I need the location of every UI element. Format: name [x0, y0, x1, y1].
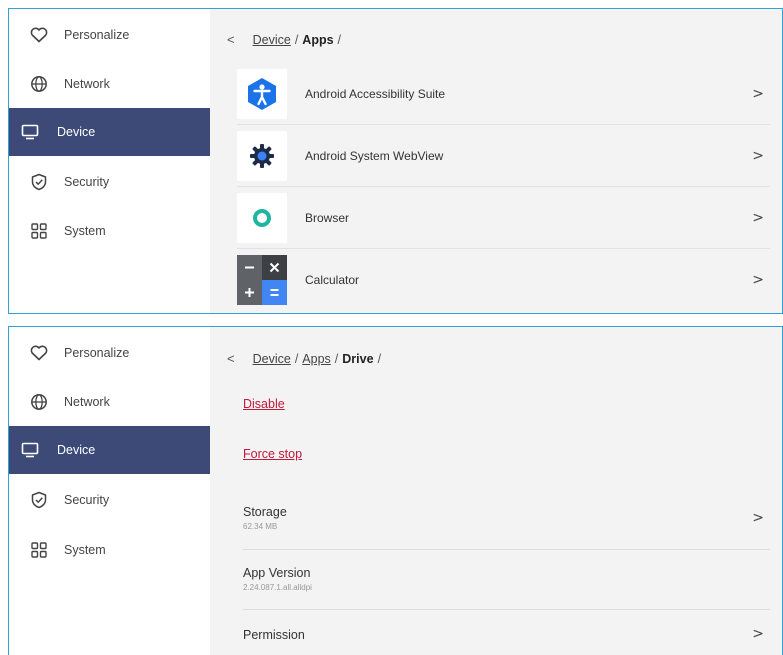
breadcrumb-separator: / [294, 32, 299, 47]
permission-title: Permission [243, 628, 305, 642]
storage-row[interactable]: Storage 62.34 MB > [243, 490, 770, 550]
globe-icon [28, 391, 50, 413]
sidebar: Personalize Network Device Security Syst… [9, 327, 210, 655]
monitor-icon [19, 439, 41, 461]
accessibility-icon [237, 68, 287, 119]
list-item[interactable]: Browser > [237, 187, 770, 249]
apps-list-screen: Personalize Network Device Security Syst… [8, 8, 783, 314]
permission-row[interactable]: Permission > [243, 610, 770, 655]
breadcrumb: < Device / Apps / [227, 32, 345, 47]
list-item[interactable]: Android Accessibility Suite > [237, 63, 770, 125]
storage-title: Storage [243, 505, 287, 519]
sidebar-item-label: Device [57, 443, 96, 457]
heart-icon [28, 24, 50, 46]
breadcrumb-separator: / [377, 351, 382, 366]
sidebar-item-label: System [64, 224, 106, 238]
chevron-right-icon: > [752, 209, 764, 226]
breadcrumb-current: Drive [342, 351, 374, 366]
storage-value: 62.34 MB [243, 522, 278, 531]
sidebar-item-network[interactable]: Network [9, 60, 210, 108]
gear-icon [237, 130, 287, 181]
app-detail-screen: Personalize Network Device Security Syst… [8, 326, 783, 655]
sidebar-item-security[interactable]: Security [9, 158, 210, 206]
sidebar-item-personalize[interactable]: Personalize [9, 11, 210, 59]
list-item[interactable]: Android System WebView > [237, 125, 770, 187]
sidebar-item-network[interactable]: Network [9, 378, 210, 426]
heart-icon [28, 342, 50, 364]
sidebar-item-device[interactable]: Device [9, 426, 210, 474]
browser-ring-icon [237, 192, 287, 243]
grid-icon [28, 539, 50, 561]
sidebar-item-label: Network [64, 77, 110, 91]
calculator-icon [237, 255, 287, 305]
sidebar-item-label: Personalize [64, 28, 130, 42]
monitor-icon [19, 121, 41, 143]
app-name: Calculator [305, 273, 360, 287]
app-name: Android System WebView [305, 148, 444, 163]
breadcrumb-separator: / [334, 351, 339, 366]
main-content: < Device / Apps / Android Accessibility … [210, 9, 782, 313]
breadcrumb-current: Apps [302, 32, 334, 47]
app-version-row: App Version 2.24.087.1.all.alldpi [243, 550, 770, 610]
chevron-right-icon: > [752, 626, 764, 642]
app-version-title: App Version [243, 566, 311, 580]
chevron-right-icon: > [752, 272, 764, 288]
breadcrumb-separator: / [294, 351, 299, 366]
sidebar-item-security[interactable]: Security [9, 476, 210, 524]
sidebar-item-label: Personalize [64, 346, 130, 360]
breadcrumb-link-apps[interactable]: Apps [302, 352, 331, 366]
sidebar-item-device[interactable]: Device [9, 108, 210, 156]
sidebar-item-label: Security [64, 493, 110, 507]
breadcrumb-separator: / [337, 32, 342, 47]
breadcrumb-link-device[interactable]: Device [253, 33, 291, 47]
force-stop-button[interactable]: Force stop [243, 447, 302, 461]
app-name: Browser [305, 210, 350, 225]
sidebar-item-label: Device [57, 125, 96, 139]
back-icon[interactable]: < [227, 32, 235, 47]
breadcrumb-link-device[interactable]: Device [253, 352, 291, 366]
breadcrumb: < Device / Apps / Drive / [227, 351, 385, 366]
app-name: Android Accessibility Suite [305, 86, 446, 101]
chevron-right-icon: > [752, 147, 764, 164]
sidebar: Personalize Network Device Security Syst… [9, 9, 210, 313]
chevron-right-icon: > [752, 85, 764, 102]
main-content: < Device / Apps / Drive / Disable Force … [210, 327, 782, 655]
sidebar-item-label: System [64, 543, 106, 557]
list-item[interactable]: Calculator > [237, 249, 770, 311]
sidebar-item-label: Security [64, 175, 110, 189]
disable-button[interactable]: Disable [243, 397, 285, 411]
sidebar-item-system[interactable]: System [9, 526, 210, 574]
app-version-value: 2.24.087.1.all.alldpi [243, 583, 312, 592]
shield-check-icon [28, 489, 50, 511]
sidebar-item-system[interactable]: System [9, 207, 210, 255]
shield-check-icon [28, 171, 50, 193]
sidebar-item-personalize[interactable]: Personalize [9, 329, 210, 377]
chevron-right-icon: > [752, 510, 764, 526]
globe-icon [28, 73, 50, 95]
back-icon[interactable]: < [227, 351, 235, 366]
sidebar-item-label: Network [64, 395, 110, 409]
grid-icon [28, 220, 50, 242]
